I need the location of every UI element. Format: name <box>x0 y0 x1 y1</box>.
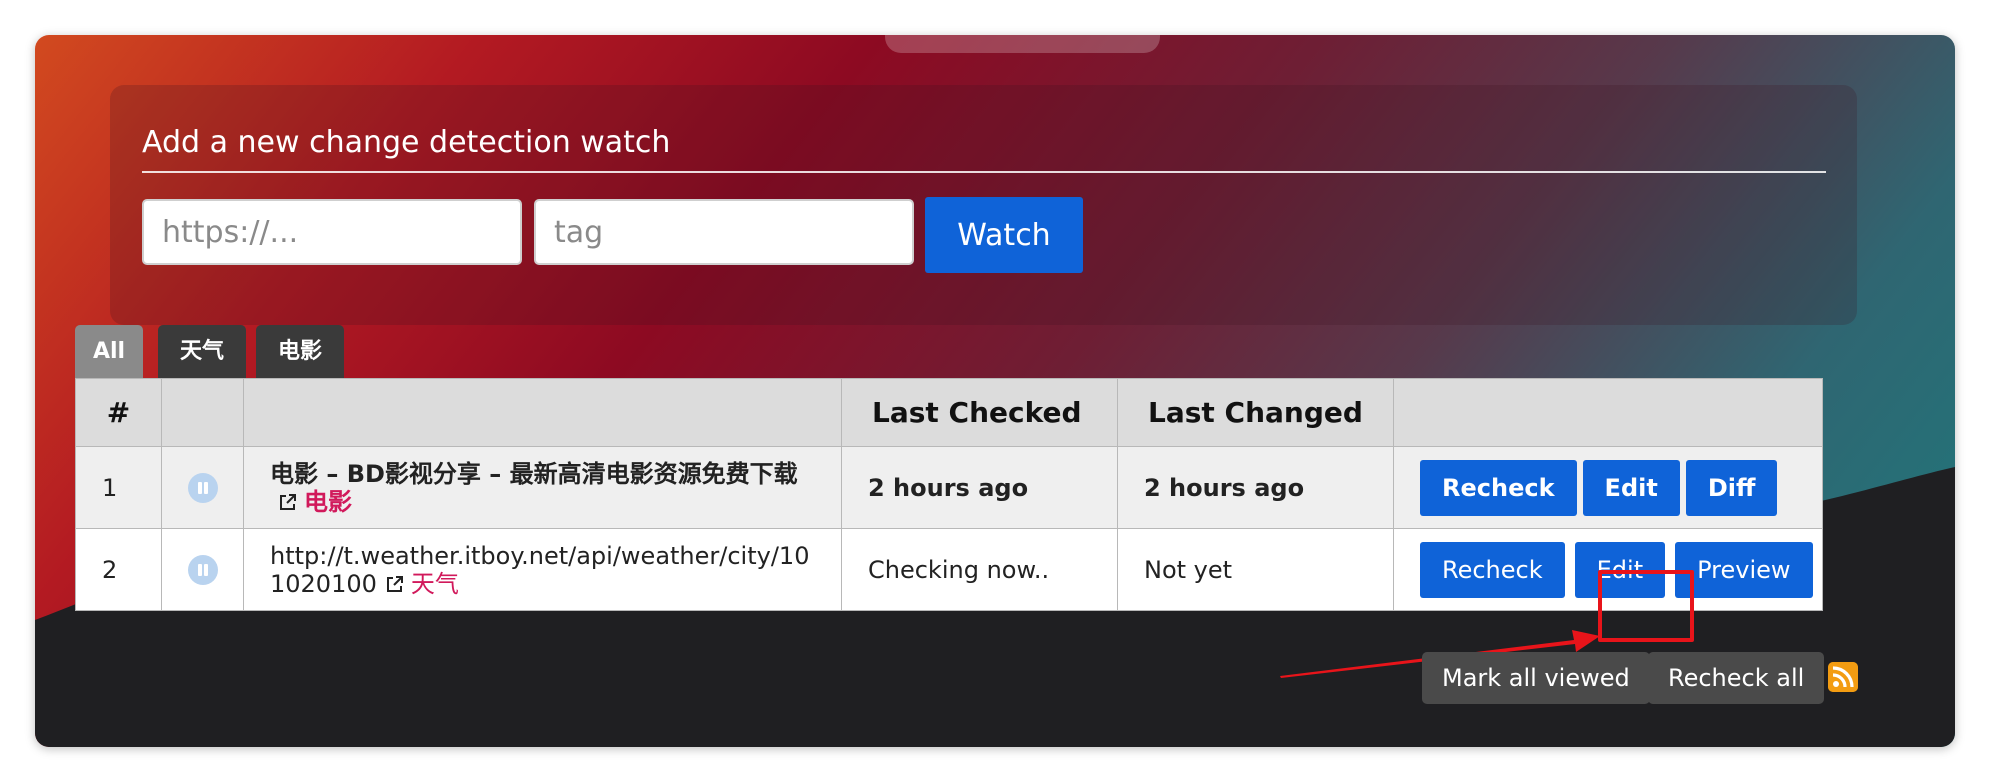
header-last-changed: Last Changed <box>1117 378 1394 447</box>
watch-tag: 天气 <box>410 569 459 598</box>
edit-button[interactable]: Edit <box>1574 541 1666 598</box>
tab-weather[interactable]: 天气 <box>158 325 246 379</box>
header-pause <box>161 378 244 447</box>
watch-table: # Last Checked Last Changed 1 电影 – BD影视分… <box>75 378 1823 611</box>
add-watch-divider <box>142 171 1826 173</box>
watch-title-cell: 电影 – BD影视分享 – 最新高清电影资源免费下载 电影 <box>243 446 842 529</box>
pause-cell <box>161 528 244 611</box>
tag-input[interactable] <box>534 199 914 265</box>
header-title <box>243 378 842 447</box>
actions-cell: Recheck Edit Diff <box>1393 446 1823 529</box>
edit-button[interactable]: Edit <box>1582 459 1680 516</box>
last-checked: 2 hours ago <box>841 446 1118 529</box>
tab-all[interactable]: All <box>75 325 143 379</box>
watch-tag: 电影 <box>304 487 352 516</box>
row-number: 1 <box>75 446 162 529</box>
external-link-icon[interactable] <box>385 574 405 594</box>
header-number: # <box>75 378 162 447</box>
recheck-button[interactable]: Recheck <box>1420 459 1577 516</box>
watch-title[interactable]: 电影 – BD影视分享 – 最新高清电影资源免费下载 <box>270 460 798 488</box>
last-checked: Checking now.. <box>841 528 1118 611</box>
preview-button[interactable]: Preview <box>1675 541 1813 598</box>
pause-cell <box>161 446 244 529</box>
table-row: 2 http://t.weather.itboy.net/api/weather… <box>75 528 1823 611</box>
watch-title-cell: http://t.weather.itboy.net/api/weather/c… <box>243 528 842 611</box>
url-input[interactable] <box>142 199 522 265</box>
header-last-checked: Last Checked <box>841 378 1118 447</box>
top-notch <box>885 35 1160 53</box>
watch-title[interactable]: http://t.weather.itboy.net/api/weather/c… <box>270 542 809 598</box>
recheck-all-button[interactable]: Recheck all <box>1648 652 1825 704</box>
diff-button[interactable]: Diff <box>1685 459 1778 516</box>
row-number: 2 <box>75 528 162 611</box>
last-changed: 2 hours ago <box>1117 446 1394 529</box>
last-changed: Not yet <box>1117 528 1394 611</box>
actions-cell: Recheck Edit Preview <box>1393 528 1823 611</box>
table-row: 1 电影 – BD影视分享 – 最新高清电影资源免费下载 电影 2 hours … <box>75 446 1823 529</box>
external-link-icon[interactable] <box>278 492 298 512</box>
add-watch-title: Add a new change detection watch <box>142 125 671 160</box>
pause-icon[interactable] <box>187 554 218 585</box>
table-header-row: # Last Checked Last Changed <box>75 378 1823 447</box>
rss-icon[interactable] <box>1828 662 1858 692</box>
tab-movie[interactable]: 电影 <box>256 325 344 379</box>
header-actions <box>1393 378 1823 447</box>
watch-button[interactable]: Watch <box>925 197 1083 273</box>
pause-icon[interactable] <box>187 472 218 503</box>
mark-all-viewed-button[interactable]: Mark all viewed <box>1422 652 1650 704</box>
add-watch-panel: Add a new change detection watch Watch <box>110 85 1857 325</box>
recheck-button[interactable]: Recheck <box>1420 541 1565 598</box>
